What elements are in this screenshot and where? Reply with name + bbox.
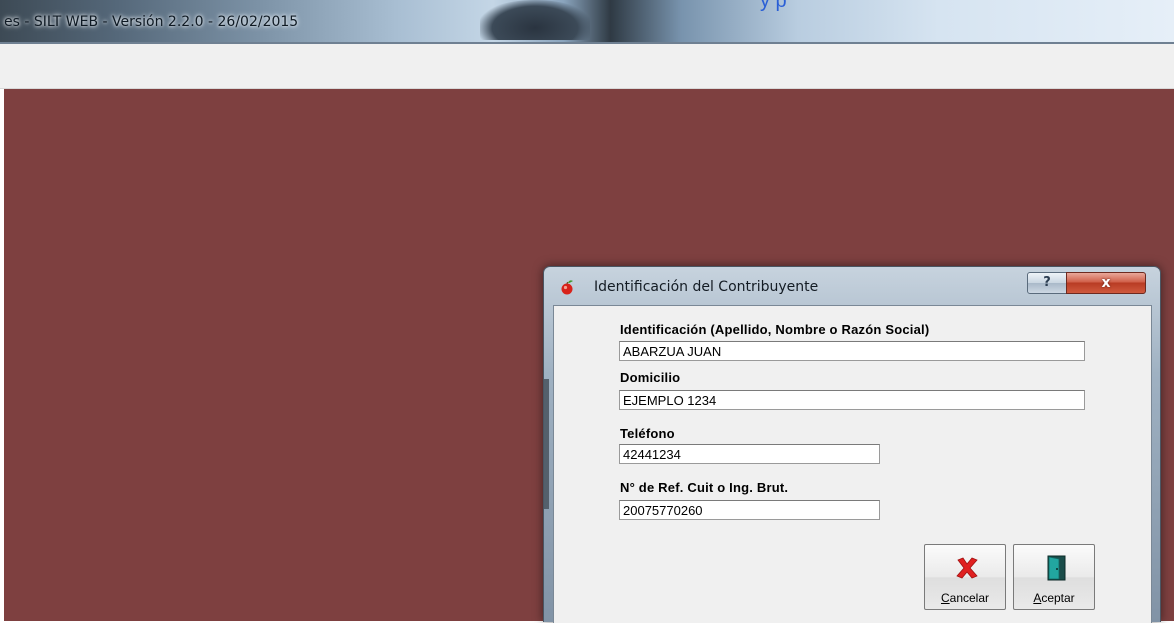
help-button[interactable]: ? (1027, 272, 1067, 294)
ref-label: N° de Ref. Cuit o Ing. Brut. (620, 480, 789, 495)
door-exit-icon (1047, 555, 1066, 581)
cancel-button[interactable]: Cancelar (924, 544, 1006, 610)
dialog-titlebar[interactable]: Identificación del Contribuyente ? x (544, 267, 1160, 305)
dialog-body: Identificación (Apellido, Nombre o Razón… (553, 305, 1152, 623)
accept-label-rest: ceptar (1041, 591, 1075, 605)
cancel-label-rest: ancelar (949, 591, 990, 605)
dialog-left-edge (544, 379, 549, 509)
telefono-label: Teléfono (620, 426, 675, 441)
main-window-titlebar: y p es - SILT WEB - Versión 2.2.0 - 26/0… (0, 0, 1174, 44)
main-window-title: es - SILT WEB - Versión 2.2.0 - 26/02/20… (4, 14, 299, 30)
accept-label: Aceptar (1014, 591, 1094, 605)
cancel-access-key: C (940, 591, 950, 605)
domicilio-field[interactable] (619, 390, 1085, 410)
close-button[interactable]: x (1066, 272, 1146, 294)
accept-button[interactable]: Aceptar (1013, 544, 1095, 610)
menu-bar (0, 44, 1174, 89)
red-apple-icon (561, 280, 573, 295)
identification-dialog: Identificación del Contribuyente ? x Ide… (543, 266, 1161, 623)
cancel-label: Cancelar (925, 591, 1005, 605)
identificacion-field[interactable] (619, 341, 1085, 361)
ref-field[interactable] (619, 500, 880, 520)
red-x-icon (956, 557, 978, 579)
identificacion-label: Identificación (Apellido, Nombre o Razón… (620, 322, 930, 337)
dialog-title: Identificación del Contribuyente (594, 279, 819, 295)
background-photo-head (480, 0, 590, 40)
domicilio-label: Domicilio (620, 370, 681, 385)
overlay-link-text: y p (760, 0, 787, 12)
telefono-field[interactable] (619, 444, 880, 464)
